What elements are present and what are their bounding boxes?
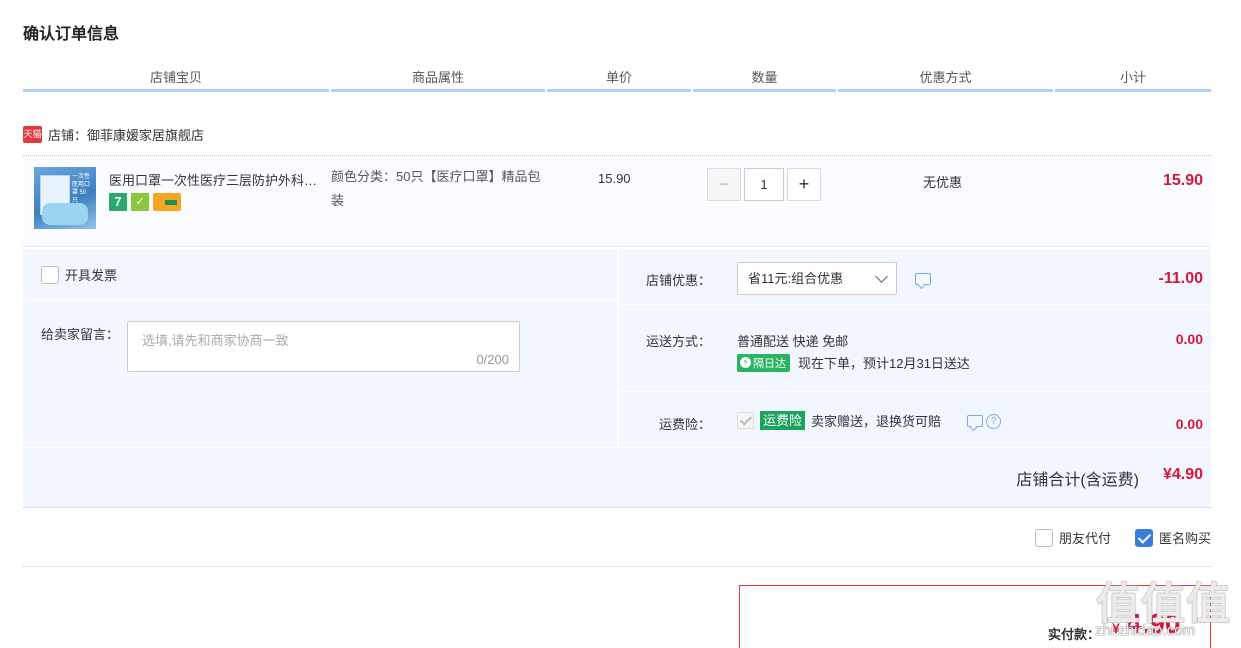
next-day-text: 隔日达 [753, 357, 786, 370]
lightning-icon: ⚡ [740, 357, 751, 368]
shipping-row: 运送方式： 普通配送 快递 免邮 ⚡ 隔日达 现在下单，预计12月31日送达 0… [619, 306, 1211, 392]
divider [23, 566, 1211, 567]
shop-name[interactable]: 店铺：御菲康媛家居旗舰店 [48, 125, 204, 144]
col-price: 单价 [547, 66, 691, 92]
item-subtotal: 15.90 [1162, 172, 1203, 189]
insurance-row: 运费险： 运费险 卖家赠送，退换货可赔 ? 0.00 [619, 393, 1211, 446]
insurance-checkbox [737, 412, 754, 429]
friend-pay-label: 朋友代付 [1058, 531, 1111, 546]
quantity-stepper: − 1 + [707, 168, 821, 201]
discount-selected: 省11元:组合优惠 [748, 271, 844, 286]
message-label: 给卖家留言： [41, 327, 120, 342]
credit-card-icon[interactable] [153, 193, 181, 211]
discount-amount: -11.00 [1158, 270, 1203, 287]
message-row: 给卖家留言： 选填,请先和商家协商一致 0/200 [23, 302, 617, 446]
invoice-option[interactable]: 开具发票 [41, 265, 117, 284]
tmall-icon: 天猫 [23, 125, 42, 143]
help-question-icon[interactable]: ? [986, 414, 1001, 429]
shipping-amount: 0.00 [1175, 331, 1203, 347]
order-item: 一次性医用口罩 50只 医用口罩一次性医疗三层防护外科口罩 7 ✓ 颜色分类：5… [23, 155, 1211, 247]
col-subtotal: 小计 [1055, 66, 1211, 92]
discount-select[interactable]: 省11元:组合优惠 [737, 262, 897, 295]
anonymous-label: 匿名购买 [1158, 531, 1211, 546]
shipping-method: 普通配送 快递 免邮 [737, 334, 849, 349]
shop-total-value: ¥4.90 [1162, 466, 1203, 483]
message-char-count: 0/200 [476, 352, 509, 367]
anonymous-option[interactable]: 匿名购买 [1134, 528, 1211, 547]
guarantee-shield-icon[interactable]: ✓ [131, 193, 149, 211]
anonymous-checkbox[interactable] [1134, 528, 1153, 547]
quantity-minus-button[interactable]: − [707, 168, 741, 201]
message-input[interactable]: 选填,请先和商家协商一致 0/200 [127, 321, 520, 372]
invoice-row: 开具发票 [23, 249, 617, 301]
unit-price: 15.90 [598, 171, 631, 186]
discount-row: 店铺优惠： 省11元:组合优惠 -11.00 [619, 249, 1211, 305]
insurance-option: 运费险 卖家赠送，退换货可赔 [737, 411, 941, 430]
insurance-text: 卖家赠送，退换货可赔 [811, 414, 942, 429]
insurance-amount: 0.00 [1175, 416, 1203, 432]
column-header: 店铺宝贝 商品属性 单价 数量 优惠方式 小计 [23, 66, 1211, 94]
order-info-panel: 开具发票 给卖家留言： 选填,请先和商家协商一致 0/200 店铺优惠： 省11… [23, 249, 1211, 508]
shop-total-label: 店铺合计(含运费) [1016, 472, 1139, 489]
message-placeholder: 选填,请先和商家协商一致 [142, 333, 289, 348]
delivery-eta: ⚡ 隔日达 现在下单，预计12月31日送达 [737, 353, 970, 372]
service-icons: 7 ✓ [109, 193, 181, 211]
shop-total-row: 店铺合计(含运费) ¥4.90 [23, 447, 1211, 507]
chevron-down-icon [875, 270, 888, 283]
col-quantity: 数量 [693, 66, 836, 92]
page-title: 确认订单信息 [23, 26, 120, 43]
seven-day-return-icon[interactable]: 7 [109, 193, 127, 211]
insurance-label: 运费险： [658, 417, 711, 432]
chat-icon[interactable] [915, 273, 931, 285]
product-title[interactable]: 医用口罩一次性医疗三层防护外科口罩 [109, 170, 325, 189]
next-day-badge: ⚡ 隔日达 [737, 353, 790, 372]
thumb-text: 一次性医用口罩 50只 [72, 174, 91, 204]
delivery-eta-text: 现在下单，预计12月31日送达 [798, 356, 970, 371]
order-options: 店铺优惠： 省11元:组合优惠 -11.00 运送方式： 普通配送 快递 免邮 … [619, 249, 1211, 446]
item-promotion: 无优惠 [923, 175, 963, 190]
col-promotion: 优惠方式 [838, 66, 1053, 92]
chat-icon[interactable] [967, 415, 983, 427]
quantity-plus-button[interactable]: + [787, 168, 821, 201]
invoice-label: 开具发票 [65, 268, 118, 283]
invoice-checkbox[interactable] [41, 265, 59, 284]
product-attributes: 颜色分类：50只【医疗口罩】精品包装 [331, 169, 541, 208]
product-thumbnail[interactable]: 一次性医用口罩 50只 [34, 167, 96, 229]
friend-pay-option[interactable]: 朋友代付 [1034, 528, 1111, 547]
insurance-badge: 运费险 [760, 411, 806, 430]
col-shop-item: 店铺宝贝 [23, 66, 329, 92]
purchase-options: 朋友代付 匿名购买 [1034, 528, 1211, 547]
discount-label: 店铺优惠： [645, 273, 711, 288]
shipping-label: 运送方式： [645, 334, 711, 349]
watermark-url: zhi.zhidao.com [1095, 622, 1196, 639]
quantity-input[interactable]: 1 [744, 168, 784, 201]
col-attributes: 商品属性 [331, 66, 545, 92]
shop-row: 天猫 店铺：御菲康媛家居旗舰店 [23, 120, 204, 148]
mask-image [42, 203, 88, 225]
friend-pay-checkbox[interactable] [1034, 528, 1053, 547]
payment-label: 实付款： [1048, 627, 1101, 642]
